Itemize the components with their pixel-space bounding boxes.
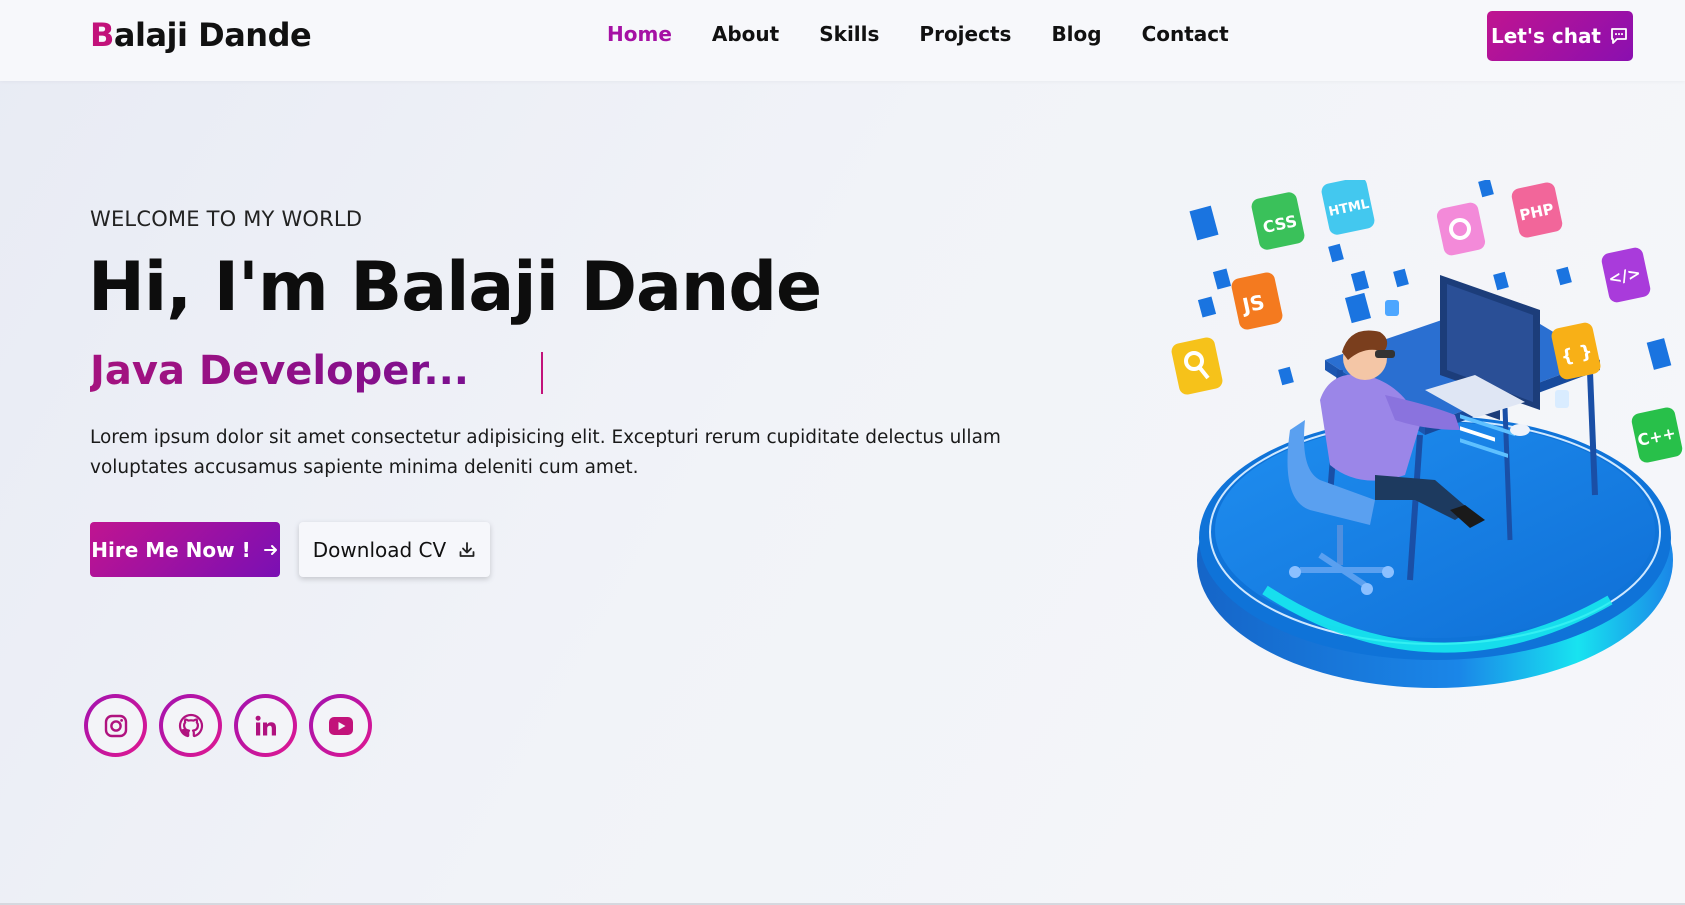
- coffee-cup: [1555, 390, 1569, 408]
- role-typing-text: Java Developer...: [90, 348, 469, 394]
- chat-icon: [1611, 28, 1627, 44]
- nav-link-home[interactable]: Home: [607, 22, 672, 46]
- nav-menu: Home About Skills Projects Blog Contact: [607, 22, 1269, 46]
- hire-me-label: Hire Me Now !: [91, 537, 251, 562]
- lets-chat-label: Let's chat: [1490, 24, 1601, 48]
- welcome-text: WELCOME TO MY WORLD: [90, 207, 363, 231]
- youtube-icon: [328, 716, 353, 735]
- nav-link-skills[interactable]: Skills: [819, 22, 879, 46]
- js-tile: JS: [1231, 272, 1283, 330]
- nav-link-about[interactable]: About: [712, 22, 779, 46]
- linkedin-link[interactable]: [234, 694, 297, 757]
- platform-disc: [1197, 416, 1673, 688]
- hire-me-button[interactable]: Hire Me Now !: [90, 522, 280, 577]
- php-tile: PHP: [1511, 182, 1563, 238]
- code-tile: </>: [1601, 247, 1651, 303]
- instagram-link[interactable]: [84, 694, 147, 757]
- download-cv-button[interactable]: Download CV: [299, 522, 490, 577]
- instagram-icon: [104, 714, 127, 737]
- brand-logo[interactable]: Balaji Dande: [90, 16, 312, 54]
- download-icon: [459, 541, 475, 557]
- hero-description: Lorem ipsum dolor sit amet consectetur a…: [90, 427, 1001, 478]
- brand-name: alaji Dande: [113, 16, 312, 54]
- gear-tile: [1436, 202, 1486, 256]
- nav-link-blog[interactable]: Blog: [1051, 22, 1101, 46]
- navbar: Balaji Dande Home About Skills Projects …: [0, 0, 1685, 81]
- nav-link-contact[interactable]: Contact: [1142, 22, 1229, 46]
- html-tile: HTML: [1321, 180, 1375, 235]
- nav-link-projects[interactable]: Projects: [919, 22, 1011, 46]
- github-link[interactable]: [159, 694, 222, 757]
- css-tile: CSS: [1251, 192, 1305, 250]
- youtube-link[interactable]: [309, 694, 372, 757]
- cpp-tile: C++: [1631, 407, 1683, 463]
- social-links: [84, 694, 372, 757]
- linkedin-icon: [255, 715, 276, 735]
- pen-holder: [1385, 300, 1399, 316]
- brand-initial: B: [90, 16, 114, 54]
- hero-headline: Hi, I'm Balaji Dande: [88, 248, 822, 327]
- search-tile: [1171, 337, 1223, 395]
- typing-cursor: [541, 352, 543, 394]
- lets-chat-button[interactable]: Let's chat: [1487, 11, 1633, 61]
- mouse: [1510, 424, 1530, 436]
- github-icon: [178, 713, 203, 737]
- download-cv-label: Download CV: [312, 537, 447, 562]
- developer-illustration: CSS HTML PHP JS { } </> C++: [1171, 180, 1683, 688]
- arrow-right-icon: [263, 544, 277, 555]
